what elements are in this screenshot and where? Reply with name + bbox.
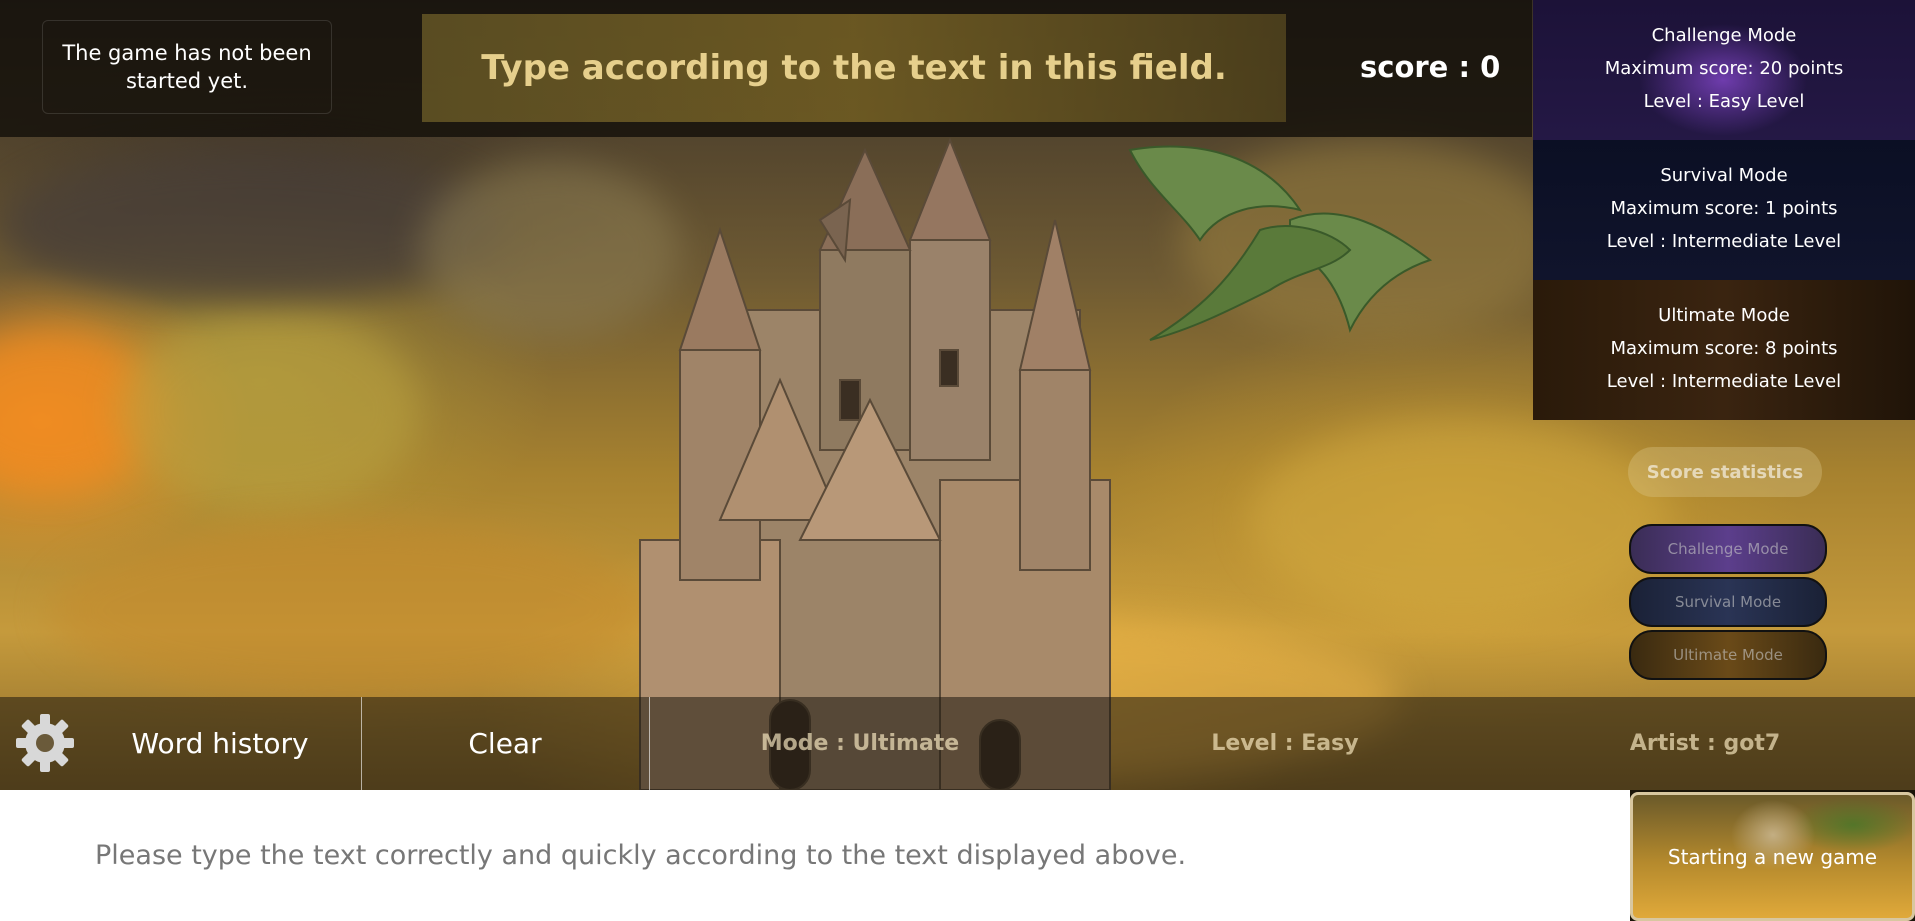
word-history-button[interactable]: Word history [80, 697, 360, 790]
dragon-image [1128, 145, 1433, 341]
game-status: The game has not been started yet. [42, 20, 332, 114]
castle-image [639, 137, 1111, 790]
typing-area [0, 790, 1630, 921]
mode-card-level: Level : Easy Level [1643, 91, 1805, 112]
typing-input[interactable] [0, 790, 1630, 921]
mode-card-level: Level : Intermediate Level [1606, 371, 1842, 392]
mode-card-title: Ultimate Mode [1658, 305, 1790, 326]
divider [649, 697, 650, 790]
mode-scores-panel: Challenge Mode Maximum score: 20 points … [1533, 0, 1915, 420]
new-game-button[interactable]: Starting a new game [1630, 792, 1915, 921]
challenge-mode-card: Challenge Mode Maximum score: 20 points … [1533, 0, 1915, 140]
score-display: score : 0 [1360, 50, 1501, 84]
clear-button[interactable]: Clear [362, 697, 648, 790]
mode-card-max-score: Maximum score: 20 points [1604, 58, 1844, 79]
artist-credit: Artist : got7 [1629, 731, 1781, 756]
mode-card-max-score: Maximum score: 1 points [1610, 198, 1838, 219]
mode-card-level: Level : Intermediate Level [1606, 231, 1842, 252]
survival-mode-button[interactable]: Survival Mode [1629, 577, 1827, 627]
score-statistics-button[interactable]: Score statistics [1628, 447, 1822, 497]
prompt-text-field: Type according to the text in this field… [422, 14, 1286, 122]
ultimate-mode-button[interactable]: Ultimate Mode [1629, 630, 1827, 680]
survival-mode-card: Survival Mode Maximum score: 1 points Le… [1533, 140, 1915, 280]
mode-card-title: Survival Mode [1660, 165, 1788, 186]
current-mode-label: Mode : Ultimate [760, 731, 960, 756]
mode-card-title: Challenge Mode [1651, 25, 1797, 46]
challenge-mode-button[interactable]: Challenge Mode [1629, 524, 1827, 574]
mode-card-max-score: Maximum score: 8 points [1610, 338, 1838, 359]
current-level-label: Level : Easy [1211, 731, 1359, 756]
ultimate-mode-card: Ultimate Mode Maximum score: 8 points Le… [1533, 280, 1915, 420]
gear-icon[interactable] [14, 712, 76, 774]
